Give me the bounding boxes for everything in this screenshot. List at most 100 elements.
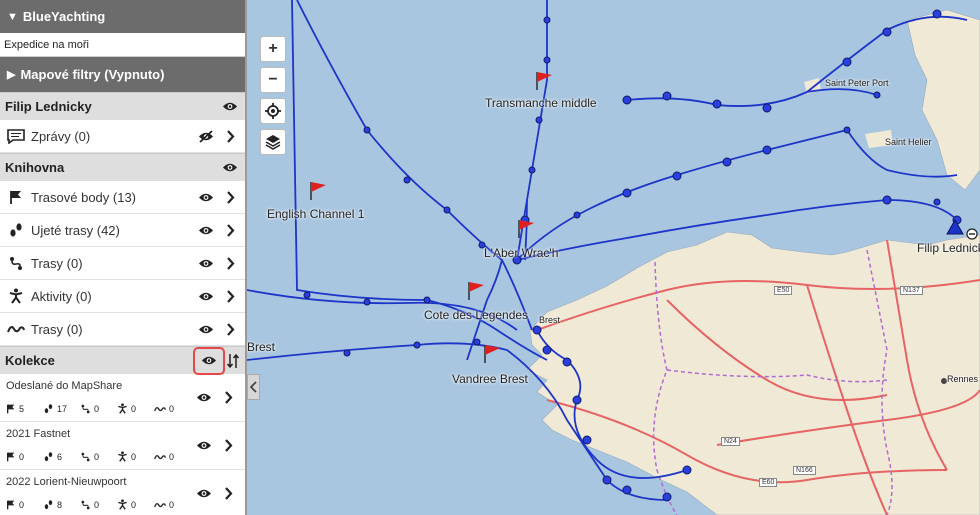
collapse-triangle-icon: ▼ bbox=[7, 10, 18, 23]
stat-waypoints: 5 bbox=[6, 403, 43, 414]
collection-stats: 0 8 0 0 0 bbox=[6, 499, 191, 510]
chevron-right-icon[interactable] bbox=[221, 127, 239, 145]
collection-stats: 0 6 0 0 0 bbox=[6, 451, 191, 462]
library-item-activities[interactable]: Aktivity (0) bbox=[0, 280, 245, 313]
sidebar-collapse-handle[interactable] bbox=[247, 374, 260, 400]
library-item-waypoints[interactable]: Trasové body (13) bbox=[0, 181, 245, 214]
messages-row[interactable]: Zprávy (0) bbox=[0, 120, 245, 153]
app-title: BlueYachting bbox=[22, 9, 106, 24]
chevron-right-icon[interactable] bbox=[221, 254, 239, 272]
zoom-out-button[interactable]: − bbox=[260, 67, 286, 93]
footsteps-icon bbox=[44, 403, 53, 413]
activity-icon bbox=[118, 403, 127, 414]
map-label: L'Aber Wrac'h bbox=[484, 246, 559, 260]
eye-icon[interactable] bbox=[195, 484, 213, 502]
library-item-courses[interactable]: Trasy (0) bbox=[0, 313, 245, 346]
flag-icon bbox=[6, 188, 26, 206]
stat-waypoints: 0 bbox=[6, 451, 43, 462]
eye-icon[interactable] bbox=[221, 159, 239, 177]
collection-item[interactable]: 2022 Lorient-Nieuwpoort 0 8 0 0 0 bbox=[0, 470, 245, 515]
map-label: Vandree Brest bbox=[452, 372, 528, 386]
sidebar: ▼ BlueYachting Expedice na moři ▶ Mapové… bbox=[0, 0, 247, 515]
road-shield: E50 bbox=[774, 286, 793, 295]
flag-icon bbox=[7, 404, 15, 413]
zoom-in-button[interactable]: + bbox=[260, 36, 286, 62]
locate-button[interactable] bbox=[260, 98, 286, 124]
stat-waypoints: 0 bbox=[6, 499, 43, 510]
library-item-routes[interactable]: Trasy (0) bbox=[0, 247, 245, 280]
eye-icon[interactable] bbox=[197, 287, 215, 305]
stat-activities: 0 bbox=[117, 499, 154, 510]
library-item-label: Aktivity (0) bbox=[31, 288, 92, 304]
route-icon bbox=[81, 404, 90, 413]
library-item-label: Trasy (0) bbox=[31, 321, 83, 337]
map-filters-header[interactable]: ▶ Mapové filtry (Vypnuto) bbox=[0, 57, 245, 92]
sort-icon[interactable] bbox=[227, 353, 239, 369]
chevron-right-icon[interactable] bbox=[219, 484, 237, 502]
footsteps-icon bbox=[44, 451, 53, 461]
library-item-label: Ujeté trasy (42) bbox=[31, 222, 120, 238]
road-shield: N166 bbox=[793, 466, 816, 475]
eye-icon-highlighted[interactable] bbox=[193, 346, 225, 375]
stat-routes: 0 bbox=[80, 403, 117, 414]
stat-activities: 0 bbox=[117, 451, 154, 462]
track-icon bbox=[154, 502, 166, 507]
chevron-right-icon[interactable] bbox=[219, 436, 237, 454]
track-icon bbox=[6, 320, 26, 338]
chevron-right-icon[interactable] bbox=[221, 320, 239, 338]
footsteps-icon bbox=[6, 221, 26, 239]
eye-icon[interactable] bbox=[197, 320, 215, 338]
chevron-right-icon[interactable] bbox=[221, 188, 239, 206]
map-label: Transmanche middle bbox=[485, 96, 597, 110]
route-icon bbox=[81, 500, 90, 509]
layers-icon bbox=[265, 135, 281, 150]
layers-button[interactable] bbox=[260, 129, 286, 155]
map-view[interactable]: Transmanche middle English Channel 1 L'A… bbox=[247, 0, 980, 515]
collections-section-header: Kolekce bbox=[0, 346, 245, 375]
activity-icon bbox=[118, 499, 127, 510]
map-label: English Channel 1 bbox=[267, 207, 365, 221]
eye-icon[interactable] bbox=[197, 188, 215, 206]
activity-icon bbox=[118, 451, 127, 462]
chevron-right-icon[interactable] bbox=[221, 287, 239, 305]
expand-triangle-icon: ▶ bbox=[7, 69, 16, 81]
eye-icon[interactable] bbox=[221, 98, 239, 116]
crosshair-icon bbox=[265, 103, 281, 119]
map-label: Saint Helier bbox=[885, 137, 932, 147]
eye-icon[interactable] bbox=[197, 221, 215, 239]
map-label: Brest bbox=[247, 340, 276, 354]
collection-item[interactable]: Odeslané do MapShare 5 17 0 0 0 bbox=[0, 374, 245, 422]
stat-routes: 0 bbox=[80, 499, 117, 510]
library-item-tracks[interactable]: Ujeté trasy (42) bbox=[0, 214, 245, 247]
chevron-right-icon[interactable] bbox=[221, 221, 239, 239]
user-section-header: Filip Lednicky bbox=[0, 92, 245, 120]
library-section-header: Knihovna bbox=[0, 153, 245, 181]
map-label: Cote des Legendes bbox=[424, 308, 529, 322]
app-header[interactable]: ▼ BlueYachting bbox=[0, 0, 245, 33]
footsteps-icon bbox=[44, 499, 53, 509]
route-icon bbox=[81, 452, 90, 461]
collection-item[interactable]: 2021 Fastnet 0 6 0 0 0 bbox=[0, 422, 245, 470]
flag-icon bbox=[7, 500, 15, 509]
stat-courses: 0 bbox=[154, 451, 191, 462]
stat-tracks: 17 bbox=[43, 403, 80, 414]
user-name: Filip Lednicky bbox=[5, 99, 92, 114]
collections-title: Kolekce bbox=[5, 353, 55, 368]
road-shield: N24 bbox=[721, 437, 740, 446]
stat-tracks: 6 bbox=[43, 451, 80, 462]
chevron-left-icon bbox=[250, 381, 257, 393]
map-label: Saint Peter Port bbox=[825, 78, 889, 88]
collection-name: 2021 Fastnet bbox=[6, 428, 71, 440]
eye-icon[interactable] bbox=[195, 436, 213, 454]
library-item-label: Trasové body (13) bbox=[31, 189, 137, 205]
flag-icon bbox=[7, 452, 15, 461]
library-item-label: Trasy (0) bbox=[31, 255, 83, 271]
eye-off-icon[interactable] bbox=[197, 127, 215, 145]
road-shield: E60 bbox=[759, 478, 778, 487]
chevron-right-icon[interactable] bbox=[219, 388, 237, 406]
eye-icon[interactable] bbox=[197, 254, 215, 272]
eye-icon[interactable] bbox=[195, 388, 213, 406]
map-filters-label: Mapové filtry (Vypnuto) bbox=[20, 67, 165, 82]
collection-name: 2022 Lorient-Nieuwpoort bbox=[6, 476, 127, 488]
app-subtitle: Expedice na moři bbox=[0, 33, 245, 57]
